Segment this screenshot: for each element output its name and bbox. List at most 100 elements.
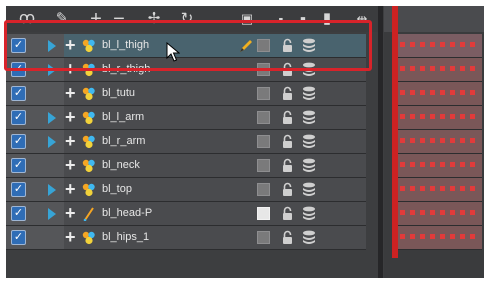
keyframe-marker[interactable] (460, 162, 465, 167)
timeline-row[interactable] (394, 202, 482, 226)
keyframe-marker[interactable] (410, 42, 415, 47)
keyframe-marker[interactable] (430, 66, 435, 71)
keyframe-marker[interactable] (460, 90, 465, 95)
keyframe-marker[interactable] (440, 138, 445, 143)
lock-icon[interactable] (282, 86, 293, 101)
keyframe-marker[interactable] (450, 162, 455, 167)
layer-name[interactable]: bl_r_arm (102, 130, 145, 153)
expand-triangle-icon[interactable] (48, 136, 56, 148)
timeline-row[interactable] (394, 82, 482, 106)
layer-row-bl-tutu[interactable]: ✓ + bl_tutu (6, 82, 366, 106)
keyframe-marker[interactable] (430, 90, 435, 95)
keyframe-marker[interactable] (420, 138, 425, 143)
stack-icon[interactable] (302, 206, 316, 221)
visibility-checkbox[interactable]: ✓ (11, 158, 26, 173)
keyframe-marker[interactable] (400, 42, 405, 47)
stack-icon[interactable] (302, 86, 316, 101)
layer-row-bl-neck[interactable]: ✓ + bl_neck (6, 154, 366, 178)
keyframe-marker[interactable] (420, 66, 425, 71)
layer-colour-swatch[interactable] (257, 231, 270, 244)
visibility-checkbox[interactable]: ✓ (11, 230, 26, 245)
stack-icon[interactable] (302, 182, 316, 197)
keyframe-marker[interactable] (420, 234, 425, 239)
timeline-area[interactable] (384, 6, 484, 278)
layer-row-bl-head-p[interactable]: ✓ + bl_head-P (6, 202, 366, 226)
keyframe-marker[interactable] (410, 186, 415, 191)
layer-colour-swatch[interactable] (257, 207, 270, 220)
stack-icon[interactable] (302, 230, 316, 245)
keyframe-marker[interactable] (470, 66, 475, 71)
keyframe-marker[interactable] (440, 90, 445, 95)
keyframe-marker[interactable] (400, 66, 405, 71)
keyframe-marker[interactable] (420, 186, 425, 191)
keyframe-marker[interactable] (400, 186, 405, 191)
layer-name[interactable]: bl_head-P (102, 202, 152, 225)
keyframe-marker[interactable] (400, 138, 405, 143)
lock-icon[interactable] (282, 134, 293, 149)
keyframe-marker[interactable] (470, 210, 475, 215)
keyframe-marker[interactable] (460, 114, 465, 119)
keyframe-marker[interactable] (440, 162, 445, 167)
layer-colour-swatch[interactable] (257, 183, 270, 196)
keyframe-marker[interactable] (460, 186, 465, 191)
layer-row-bl-top[interactable]: ✓ + bl_top (6, 178, 366, 202)
lock-icon[interactable] (282, 110, 293, 125)
keyframe-marker[interactable] (450, 234, 455, 239)
layer-colour-swatch[interactable] (257, 135, 270, 148)
keyframe-marker[interactable] (420, 210, 425, 215)
keyframe-marker[interactable] (440, 114, 445, 119)
keyframe-marker[interactable] (410, 162, 415, 167)
keyframe-marker[interactable] (450, 114, 455, 119)
lock-icon[interactable] (282, 230, 293, 245)
keyframe-marker[interactable] (450, 42, 455, 47)
keyframe-marker[interactable] (470, 162, 475, 167)
layer-name[interactable]: bl_neck (102, 154, 140, 177)
layer-name[interactable]: bl_hips_1 (102, 226, 149, 249)
visibility-checkbox[interactable]: ✓ (11, 86, 26, 101)
keyframe-marker[interactable] (410, 210, 415, 215)
keyframe-marker[interactable] (410, 138, 415, 143)
keyframe-marker[interactable] (430, 138, 435, 143)
layer-row-bl-r-arm[interactable]: ✓ + bl_r_arm (6, 130, 366, 154)
keyframe-marker[interactable] (420, 90, 425, 95)
keyframe-marker[interactable] (470, 114, 475, 119)
keyframe-marker[interactable] (400, 234, 405, 239)
keyframe-marker[interactable] (420, 114, 425, 119)
keyframe-marker[interactable] (410, 90, 415, 95)
lock-icon[interactable] (282, 182, 293, 197)
keyframe-marker[interactable] (460, 138, 465, 143)
stack-icon[interactable] (302, 110, 316, 125)
layer-colour-swatch[interactable] (257, 159, 270, 172)
layer-row-bl-l-arm[interactable]: ✓ + bl_l_arm (6, 106, 366, 130)
keyframe-marker[interactable] (450, 66, 455, 71)
layer-colour-swatch[interactable] (257, 111, 270, 124)
timeline-row[interactable] (394, 226, 482, 250)
expand-triangle-icon[interactable] (48, 184, 56, 196)
layer-name[interactable]: bl_top (102, 178, 132, 201)
timeline-row[interactable] (394, 34, 482, 58)
keyframe-marker[interactable] (410, 66, 415, 71)
keyframe-marker[interactable] (470, 42, 475, 47)
keyframe-marker[interactable] (400, 162, 405, 167)
keyframe-marker[interactable] (440, 186, 445, 191)
keyframe-marker[interactable] (440, 210, 445, 215)
keyframe-marker[interactable] (460, 42, 465, 47)
keyframe-marker[interactable] (460, 210, 465, 215)
timeline-row[interactable] (394, 154, 482, 178)
keyframe-marker[interactable] (430, 234, 435, 239)
layer-name[interactable]: bl_tutu (102, 82, 135, 105)
keyframe-marker[interactable] (460, 234, 465, 239)
lock-icon[interactable] (282, 158, 293, 173)
keyframe-marker[interactable] (430, 114, 435, 119)
timeline-row[interactable] (394, 178, 482, 202)
keyframe-marker[interactable] (420, 42, 425, 47)
keyframe-marker[interactable] (400, 114, 405, 119)
keyframe-marker[interactable] (440, 234, 445, 239)
keyframe-marker[interactable] (470, 234, 475, 239)
layer-colour-swatch[interactable] (257, 87, 270, 100)
keyframe-marker[interactable] (430, 42, 435, 47)
keyframe-marker[interactable] (450, 210, 455, 215)
keyframe-marker[interactable] (410, 114, 415, 119)
stack-icon[interactable] (302, 158, 316, 173)
lock-icon[interactable] (282, 206, 293, 221)
